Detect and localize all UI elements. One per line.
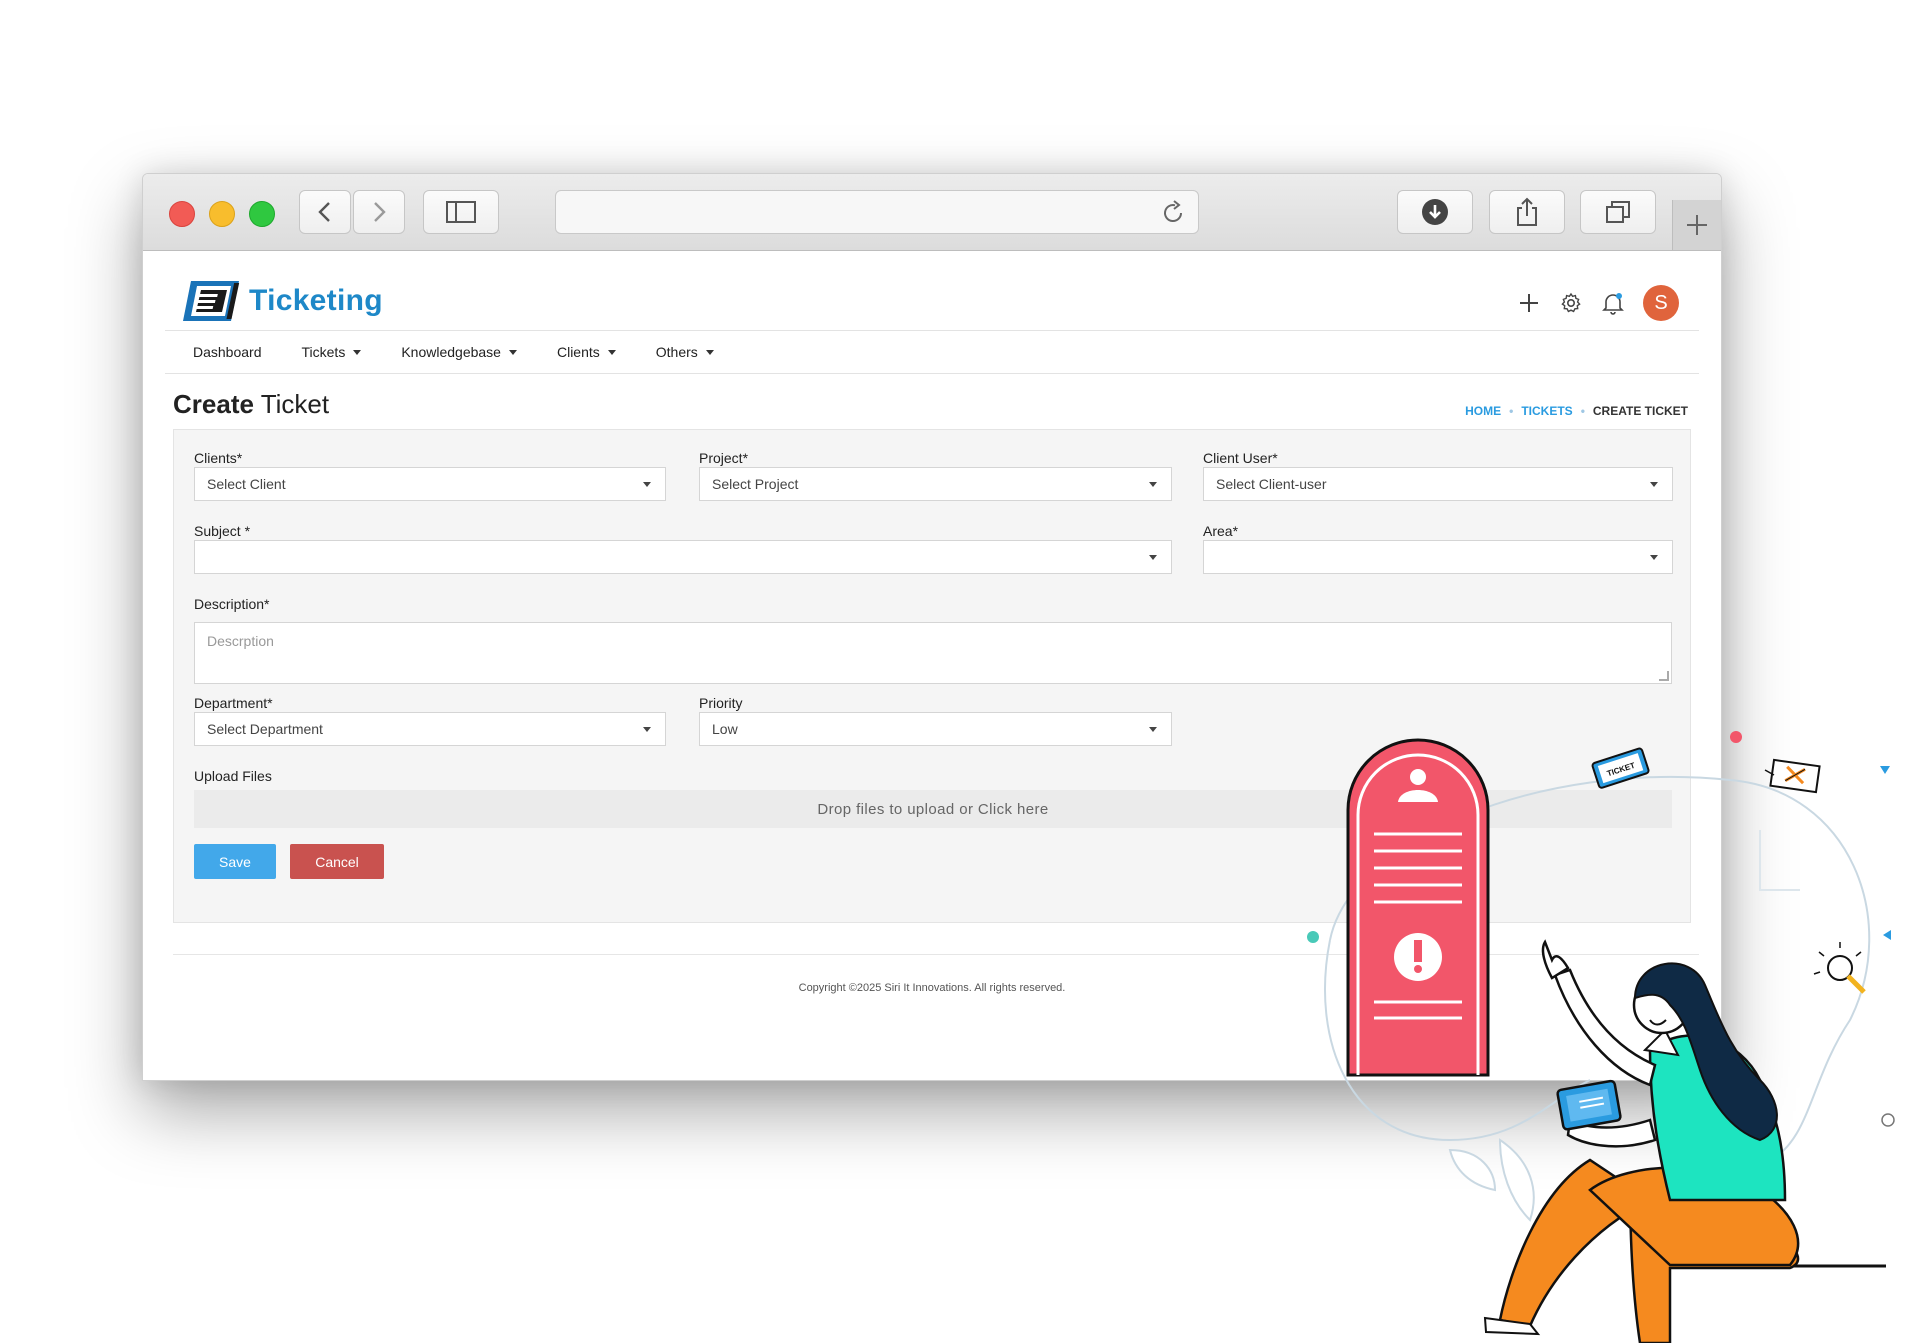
priority-select[interactable]: Low: [699, 712, 1172, 746]
area-select[interactable]: [1203, 540, 1673, 574]
gear-icon: [1561, 292, 1581, 313]
decorative-triangle: [1883, 930, 1891, 940]
decorative-swoosh: [1759, 830, 1800, 891]
caret-down-icon: [643, 482, 651, 487]
maximize-window-button[interactable]: [249, 201, 275, 227]
reload-icon[interactable]: [1160, 200, 1186, 226]
client-user-label: Client User*: [1203, 450, 1278, 466]
leaf-decoration: [1498, 1138, 1535, 1222]
share-button[interactable]: [1489, 190, 1565, 234]
project-label: Project*: [699, 450, 749, 466]
client-user-select[interactable]: Select Client-user: [1203, 467, 1673, 501]
phone-illustration: [1346, 738, 1490, 1077]
caret-down-icon: [705, 349, 714, 355]
woman-figure: [1483, 939, 1886, 1343]
breadcrumb-current: CREATE TICKET: [1592, 404, 1688, 418]
app-logo[interactable]: Ticketing: [181, 279, 383, 323]
tabs-overview-button[interactable]: [1580, 190, 1656, 234]
resize-grip-icon[interactable]: [1659, 671, 1669, 681]
ticket-tag-icon: TICKET: [1591, 747, 1650, 789]
decorative-triangle: [1880, 766, 1890, 774]
notifications-button[interactable]: [1593, 285, 1633, 321]
sidebar-icon: [446, 201, 476, 223]
bell-icon: [1602, 293, 1624, 315]
magnifier-icon: [1813, 942, 1866, 994]
caret-down-icon: [643, 727, 651, 732]
area-label: Area*: [1203, 523, 1239, 539]
nav-item-knowledgebase[interactable]: Knowledgebase: [401, 344, 517, 360]
caret-down-icon: [607, 349, 616, 355]
sidebar-toggle-button[interactable]: [423, 190, 499, 234]
breadcrumb-separator: •: [1580, 404, 1585, 418]
share-icon: [1517, 197, 1537, 226]
leaf-decoration: [1448, 1148, 1497, 1192]
department-select[interactable]: Select Department: [194, 712, 666, 746]
support-illustration: TICKET: [1307, 731, 1895, 1343]
tablet-icon: [1556, 1079, 1622, 1131]
back-button[interactable]: [299, 190, 351, 234]
minimize-window-button[interactable]: [209, 201, 235, 227]
tools-card-icon: [1769, 758, 1821, 794]
close-window-button[interactable]: [169, 201, 195, 227]
save-button[interactable]: Save: [194, 844, 276, 879]
create-new-button[interactable]: [1509, 285, 1549, 321]
plus-icon: [1520, 294, 1538, 312]
caret-down-icon: [1650, 482, 1658, 487]
breadcrumb-home[interactable]: HOME: [1465, 404, 1501, 418]
project-select[interactable]: Select Project: [699, 467, 1172, 501]
header-actions: S: [1507, 285, 1679, 321]
nav-item-tickets[interactable]: Tickets: [302, 344, 362, 360]
subject-select[interactable]: [194, 540, 1172, 574]
decorative-dot: [1307, 931, 1319, 943]
plus-icon: [1687, 215, 1707, 235]
decorative-dot: [1730, 731, 1742, 743]
department-label: Department*: [194, 695, 273, 711]
ticketing-logo-icon: [183, 281, 240, 321]
downloads-button[interactable]: [1397, 190, 1473, 234]
upload-files-label: Upload Files: [194, 768, 272, 784]
logo-text: Ticketing: [249, 284, 383, 317]
browser-toolbar: [143, 174, 1721, 251]
nav-item-dashboard[interactable]: Dashboard: [193, 344, 262, 360]
description-label: Description*: [194, 596, 270, 612]
decorative-dot: [1881, 1113, 1895, 1127]
subject-label: Subject *: [194, 523, 251, 539]
breadcrumb: HOME • TICKETS • CREATE TICKET: [1465, 404, 1688, 418]
main-nav: Dashboard Tickets Knowledgebase Clients …: [165, 330, 1699, 374]
clients-label: Clients*: [194, 450, 243, 466]
page-title: Create Ticket: [173, 389, 330, 419]
caret-down-icon: [1149, 727, 1157, 732]
description-textarea[interactable]: Descrption: [194, 622, 1672, 684]
chevron-right-icon: [374, 202, 386, 222]
forward-button[interactable]: [353, 190, 405, 234]
nav-item-clients[interactable]: Clients: [557, 344, 616, 360]
priority-label: Priority: [699, 695, 743, 711]
cancel-button[interactable]: Cancel: [290, 844, 384, 879]
caret-down-icon: [508, 349, 517, 355]
nav-item-others[interactable]: Others: [656, 344, 714, 360]
download-icon: [1422, 199, 1448, 225]
address-bar[interactable]: [555, 190, 1199, 234]
caret-down-icon: [353, 349, 362, 355]
new-tab-button[interactable]: [1672, 200, 1721, 250]
user-avatar[interactable]: S: [1643, 285, 1679, 321]
caret-down-icon: [1149, 555, 1157, 560]
tabs-icon: [1606, 201, 1630, 223]
clients-select[interactable]: Select Client: [194, 467, 666, 501]
chevron-left-icon: [318, 202, 330, 222]
caret-down-icon: [1650, 555, 1658, 560]
breadcrumb-separator: •: [1509, 404, 1514, 418]
caret-down-icon: [1149, 482, 1157, 487]
breadcrumb-tickets[interactable]: TICKETS: [1521, 404, 1572, 418]
settings-button[interactable]: [1551, 285, 1591, 321]
